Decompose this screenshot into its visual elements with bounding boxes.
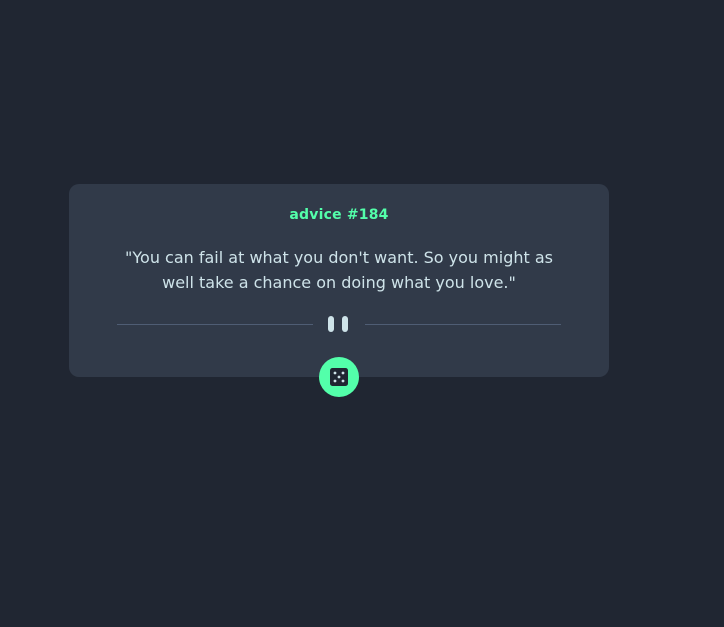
divider-right bbox=[365, 324, 561, 325]
advice-card: advice #184 "You can fail at what you do… bbox=[69, 184, 609, 377]
pause-icon-bar bbox=[328, 316, 334, 332]
advice-quote: "You can fail at what you don't want. So… bbox=[125, 248, 553, 292]
dice-icon bbox=[330, 368, 348, 386]
new-advice-button[interactable] bbox=[319, 357, 359, 397]
advice-number: advice #184 bbox=[289, 207, 389, 223]
pause-icon bbox=[328, 316, 350, 332]
divider-left bbox=[117, 324, 313, 325]
pause-icon-bar bbox=[342, 316, 348, 332]
